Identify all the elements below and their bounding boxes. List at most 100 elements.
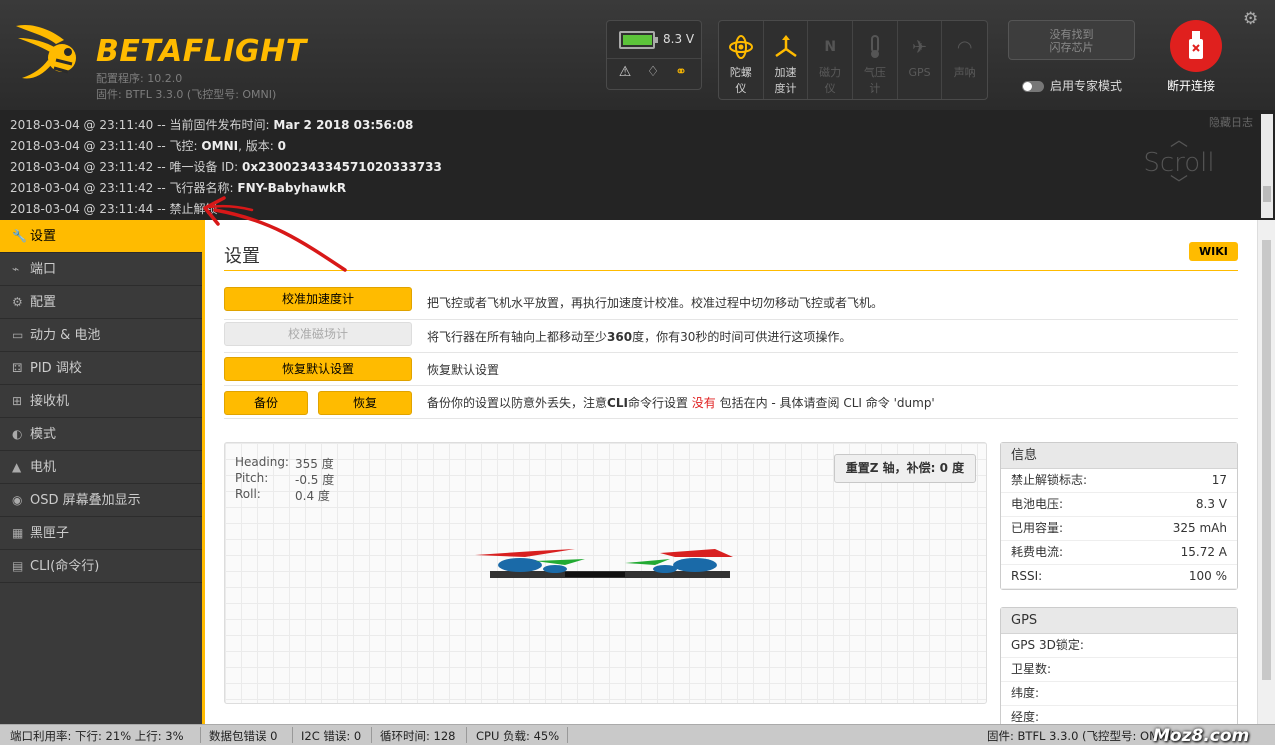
sidebar-item-label: 动力 & 电池 (30, 328, 101, 343)
row-label: 经度: (1011, 710, 1040, 724)
toggle-switch[interactable] (1022, 81, 1044, 92)
row-label: GPS 3D锁定: (1011, 638, 1084, 652)
info-panel: 信息 禁止解锁标志: 17 电池电压: 8.3 V 已用容量: 325 mAh 耗费电流: 15… (1000, 442, 1238, 590)
backup-desc: 备份你的设置以防意外丢失，注意CLI命令行设置 没有 包括在内 - 具体请查阅 … (427, 396, 935, 410)
disconnect-label[interactable]: 断开连接 (1167, 77, 1215, 94)
sidebar-item-label: 模式 (30, 427, 57, 442)
backup-button[interactable]: 备份 (224, 391, 308, 415)
arm-status-icon: ♢ (646, 64, 660, 80)
plug-icon: ⌁ (12, 262, 20, 276)
row-label: 卫星数: (1011, 662, 1052, 676)
motor-icon: ▲ (12, 460, 22, 474)
watermark: Moz8.com (1153, 726, 1250, 745)
toggle-icon: ◐ (12, 427, 23, 441)
roll-readout: Roll: 0.4 度 (235, 487, 330, 503)
sidebar-item[interactable]: ⌁ 端口 (0, 253, 202, 286)
sidebar-item[interactable]: ▲ 电机 (0, 451, 202, 484)
sensor-accelerometer: 加速度计 (764, 21, 809, 99)
sensor-indicators: 陀螺仪 加速度计 N 磁力仪 气压计 ✈ GPS ◠ 声呐 (718, 20, 988, 100)
sidebar-item[interactable]: ▦ 黑匣子 (0, 517, 202, 550)
row-value: 100 % (1188, 569, 1227, 583)
row-value: 325 mAh (1172, 521, 1227, 535)
setup-tab: 设置 WIKI 校准加速度计 把飞控或者飞机水平放置，再执行加速度计校准。校准过… (205, 220, 1257, 724)
sonar-icon: ◠ (956, 36, 973, 58)
accelerometer-icon (764, 29, 808, 65)
wiki-button[interactable]: WIKI (1189, 242, 1238, 261)
port-usage: 端口利用率: 下行: 21% 上行: 3% (10, 729, 184, 743)
sidebar-item[interactable]: ⊞ 接收机 (0, 385, 202, 418)
sidebar-item-label: 设置 (30, 229, 57, 244)
heading-readout: Heading: 355 度 (235, 455, 334, 471)
disconnect-button[interactable] (1170, 20, 1222, 72)
log-line: 2018-03-04 @ 23:11:42 -- 飞行器名称: FNY-Baby… (10, 181, 347, 195)
reset-defaults-desc: 恢复默认设置 (427, 363, 500, 377)
sidebar-item[interactable]: ◉ OSD 屏幕叠加显示 (0, 484, 202, 517)
log-panel: 2018-03-04 @ 23:11:40 -- 当前固件发布时间: Mar 2… (0, 110, 1275, 220)
sidebar-item[interactable]: ⚃ PID 调校 (0, 352, 202, 385)
battery-icon: ▭ (12, 328, 24, 342)
pitch-readout: Pitch: -0.5 度 (235, 471, 335, 487)
battery-status: 8.3 V ⚠ ♢ ⚭ (606, 20, 702, 90)
info-panel-title: 信息 (1001, 443, 1237, 469)
sidebar-item-label: OSD 屏幕叠加显示 (30, 493, 141, 508)
hide-log-link[interactable]: 隐藏日志 (1209, 114, 1253, 130)
dataflash-status[interactable]: 没有找到 闪存芯片 (1008, 20, 1135, 60)
status-firmware: 固件: BTFL 3.3.0 (飞控型号: OMNI) (987, 729, 1176, 743)
sensor-gyro: 陀螺仪 (719, 21, 764, 99)
sidebar-item[interactable]: ▤ CLI(命令行) (0, 550, 202, 583)
log-line: 2018-03-04 @ 23:11:40 -- 飞控: OMNI, 版本: 0 (10, 139, 286, 153)
battery-icon (619, 31, 658, 49)
quad-model-icon (475, 549, 733, 578)
row-label: 电池电压: (1011, 497, 1064, 511)
info-row: 禁止解锁标志: 17 (1001, 469, 1237, 493)
link-icon: ⚭ (675, 64, 687, 80)
magnetometer-icon: N (824, 39, 837, 55)
calibrate-accelerometer-desc: 把飞控或者飞机水平放置，再执行加速度计校准。校准过程中切勿移动飞控或者飞机。 (427, 296, 884, 310)
sidebar-item-label: 端口 (30, 262, 57, 277)
sidebar-item-label: 黑匣子 (30, 526, 70, 541)
reset-defaults-button[interactable]: 恢复默认设置 (224, 357, 412, 381)
usb-icon (1189, 31, 1203, 59)
gps-row: GPS 3D锁定: (1001, 634, 1237, 658)
calibrate-accelerometer-button[interactable]: 校准加速度计 (224, 287, 412, 311)
terminal-icon: ▤ (12, 559, 24, 573)
sidebar-item-label: 电机 (30, 460, 57, 475)
cpu-load: CPU 负载: 45% (476, 729, 560, 743)
sidebar-item-label: 配置 (30, 295, 57, 310)
log-scrollbar[interactable] (1261, 114, 1273, 218)
model-view: Heading: 355 度 Pitch: -0.5 度 Roll: 0.4 度 重置… (224, 442, 987, 704)
i2c-error: I2C 错误: 0 (301, 729, 362, 743)
bee-logo-icon (16, 24, 76, 79)
sidebar-item-label: 接收机 (30, 394, 70, 409)
gyro-icon (719, 29, 763, 65)
sidebar-item[interactable]: ⚙ 配置 (0, 286, 202, 319)
brand-name: BETAFLIGHT (96, 34, 307, 69)
barometer-icon (853, 29, 897, 65)
sidebar-nav: 🔧 设置 ⌁ 端口 ⚙ 配置 ▭ 动力 & 电池 ⚃ PID 调校 ⊞ 接收机 ◐ 模式 ▲ 电机 ◉ OSD 屏… (0, 220, 202, 724)
gps-icon: ✈ (911, 36, 928, 58)
sidebar-item[interactable]: ◐ 模式 (0, 418, 202, 451)
expert-mode-toggle[interactable]: 启用专家模式 (1022, 77, 1122, 94)
info-row: 耗费电流: 15.72 A (1001, 541, 1237, 565)
wrench-icon: 🔧 (12, 229, 27, 243)
settings-gear-icon[interactable]: ⚙ (1243, 9, 1258, 29)
calibrate-magnetometer-button[interactable]: 校准磁场计 (224, 322, 412, 346)
info-row: 电池电压: 8.3 V (1001, 493, 1237, 517)
reset-z-axis-button[interactable]: 重置Z 轴，补偿: 0 度 (834, 454, 976, 483)
main-scrollbar[interactable] (1257, 220, 1275, 724)
blackbox-icon: ▦ (12, 526, 24, 540)
info-row: RSSI: 100 % (1001, 565, 1237, 589)
log-line: 2018-03-04 @ 23:11:42 -- 唯一设备 ID: 0x2300… (10, 160, 442, 174)
sidebar-item[interactable]: 🔧 设置 (0, 220, 202, 253)
log-line: 2018-03-04 @ 23:11:44 -- 禁止解锁 (10, 202, 218, 216)
row-label: 禁止解锁标志: (1011, 473, 1088, 487)
row-label: 已用容量: (1011, 521, 1064, 535)
sidebar-item[interactable]: ▭ 动力 & 电池 (0, 319, 202, 352)
osd-icon: ◉ (12, 493, 23, 507)
restore-button[interactable]: 恢复 (318, 391, 412, 415)
receiver-icon: ⊞ (12, 394, 23, 408)
warning-icon: ⚠ (618, 64, 632, 80)
scroll-hint: ︿ Scroll ﹀ (1143, 130, 1215, 195)
sensor-barometer: 气压计 (853, 21, 898, 99)
row-label: RSSI: (1011, 569, 1043, 583)
